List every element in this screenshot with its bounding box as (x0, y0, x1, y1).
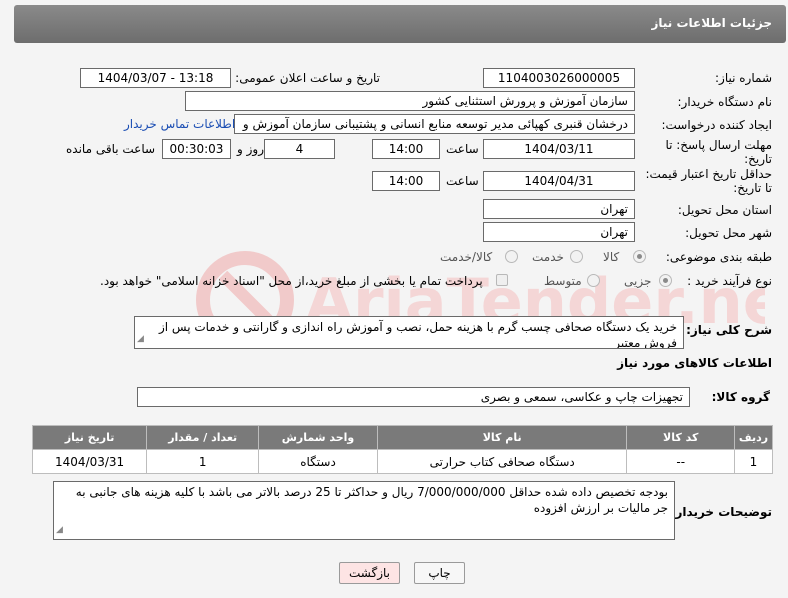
col-header-item-code: کد کالا (626, 425, 735, 450)
buyer-notes-textarea[interactable]: بودجه تخصیص داده شده حداقل 7/000/000/000… (53, 481, 675, 540)
buyer-org-field: سازمان آموزش و پرورش استثنایی کشور (185, 91, 635, 111)
goods-group-label: گروه کالا: (711, 390, 770, 404)
category-goods-service-radio[interactable] (505, 250, 518, 263)
goods-group-field: تجهیزات چاپ و عکاسی، سمعی و بصری (137, 387, 690, 407)
price-validity-time-field: 14:00 (372, 171, 440, 191)
page-frame: جزئیات اطلاعات نیاز AriaTender.neT شماره… (0, 0, 788, 598)
description-textarea[interactable]: خرید یک دستگاه صحافی چسب گرم با هزینه حم… (134, 316, 684, 349)
city-field: تهران (483, 222, 635, 242)
process-minor-radio[interactable] (659, 274, 672, 287)
deadline-time-field: 14:00 (372, 139, 440, 159)
category-service-label: خدمت (532, 250, 564, 264)
buyer-org-label: نام دستگاه خریدار: (677, 95, 773, 109)
days-remaining-field: 4 (264, 139, 335, 159)
category-goods-service-label: کالا/خدمت (440, 250, 493, 264)
price-validity-date-field: 1404/04/31 (483, 171, 635, 191)
cell-quantity: 1 (146, 449, 260, 474)
time-remaining-label: ساعت باقی مانده (66, 142, 156, 156)
goods-info-title: اطلاعات کالاهای مورد نیاز (617, 356, 772, 370)
time-remaining-field: 00:30:03 (162, 139, 231, 159)
deadline-label: مهلت ارسال پاسخ: تا تاریخ: (665, 138, 772, 166)
city-label: شهر محل تحویل: (685, 226, 772, 240)
price-validity-label: حداقل تاریخ اعتبار قیمت: تا تاریخ: (645, 167, 772, 195)
need-number-label: شماره نیاز: (715, 71, 772, 85)
process-medium-radio[interactable] (587, 274, 600, 287)
back-button[interactable]: بازگشت (339, 562, 400, 584)
treasury-payment-checkbox[interactable] (496, 274, 508, 286)
page-title: جزئیات اطلاعات نیاز (651, 16, 772, 30)
requester-field: درخشان قنبری کهپائی مدیر توسعه منابع انس… (234, 114, 635, 134)
price-validity-time-label: ساعت (446, 174, 479, 188)
table-header-row: ردیف کد کالا نام کالا واحد شمارش تعداد /… (31, 425, 774, 450)
days-label: روز و (237, 142, 264, 156)
deadline-date-field: 1404/03/11 (483, 139, 635, 159)
process-minor-label: جزیی (624, 274, 652, 288)
buyer-notes-label: توضیحات خریدار: (670, 505, 772, 519)
buyer-notes-text: بودجه تخصیص داده شده حداقل 7/000/000/000… (75, 485, 668, 515)
cell-row-number: 1 (733, 449, 774, 474)
col-header-need-date: تاریخ نیاز (31, 425, 148, 450)
province-label: استان محل تحویل: (677, 203, 772, 217)
process-label: نوع فرآیند خرید : (687, 274, 772, 288)
cell-unit: دستگاه (258, 449, 378, 474)
buyer-contact-link[interactable]: اطلاعات تماس خریدار (124, 117, 235, 131)
category-goods-label: کالا (603, 250, 620, 264)
province-field: تهران (483, 199, 635, 219)
announce-label: تاریخ و ساعت اعلان عمومی: (235, 71, 380, 85)
resize-grip-icon: ◢ (137, 334, 144, 344)
cell-item-name: دستگاه صحافی کتاب حرارتی (376, 449, 628, 474)
cell-item-code: -- (626, 449, 735, 474)
announce-datetime-field: 1404/03/07 - 13:18 (80, 68, 231, 88)
requester-label: ایجاد کننده درخواست: (661, 118, 772, 132)
deadline-time-label: ساعت (446, 142, 479, 156)
description-label: شرح کلی نیاز: (686, 323, 772, 337)
treasury-payment-note: پرداخت تمام یا بخشی از مبلغ خرید،از محل … (100, 274, 483, 288)
page-header: جزئیات اطلاعات نیاز (14, 5, 786, 43)
goods-table: ردیف کد کالا نام کالا واحد شمارش تعداد /… (31, 425, 774, 474)
category-service-radio[interactable] (570, 250, 583, 263)
description-text: خرید یک دستگاه صحافی چسب گرم با هزینه حم… (158, 320, 677, 349)
print-button[interactable]: چاپ (414, 562, 465, 584)
need-number-field: 1104003026000005 (483, 68, 635, 88)
category-goods-radio[interactable] (633, 250, 646, 263)
table-row: 1 -- دستگاه صحافی کتاب حرارتی دستگاه 1 1… (31, 449, 774, 474)
process-medium-label: متوسط (544, 274, 582, 288)
resize-grip-icon: ◢ (56, 525, 63, 535)
col-header-item-name: نام کالا (376, 425, 628, 450)
col-header-unit: واحد شمارش (258, 425, 378, 450)
category-label: طبقه بندی موضوعی: (665, 250, 772, 264)
col-header-row-number: ردیف (733, 425, 774, 450)
col-header-quantity: تعداد / مقدار (146, 425, 260, 450)
cell-need-date: 1404/03/31 (31, 449, 148, 474)
